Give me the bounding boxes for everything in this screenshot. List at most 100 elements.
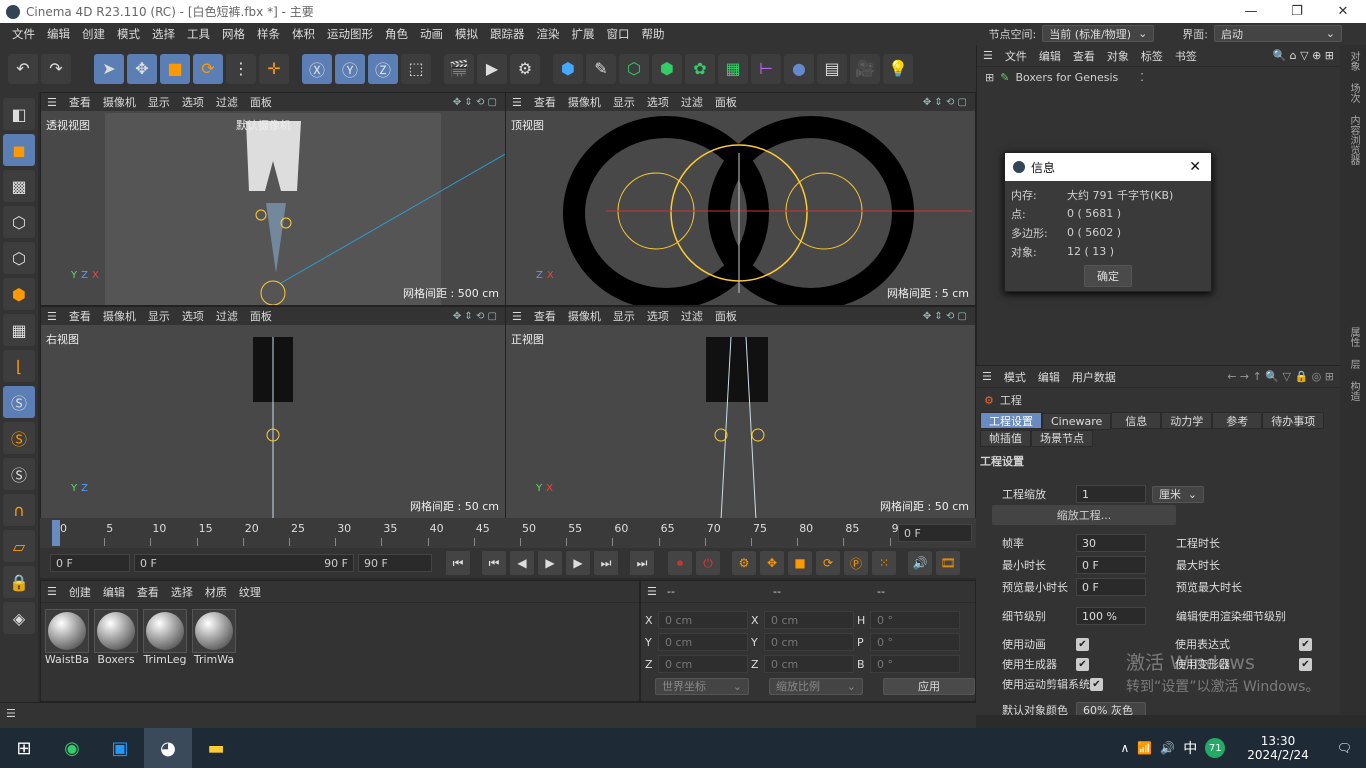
material-swatch[interactable]: Boxers bbox=[93, 609, 139, 666]
ime-indicator[interactable]: 中 bbox=[1183, 738, 1197, 758]
expand-icon[interactable]: ⊞ bbox=[985, 71, 994, 84]
object-menu-item[interactable]: 标签 bbox=[1141, 48, 1163, 64]
minimize-button[interactable]: — bbox=[1228, 0, 1274, 23]
viewport[interactable]: ☰ 查看 摄像机 显示 选项 过滤 面板 ✥ ⇕ ⟲ ▢ 右视图 网格间距 : 50 cm Y Z bbox=[40, 306, 506, 519]
tab-structure[interactable]: 构造 bbox=[1340, 375, 1366, 407]
polygons-mode-icon[interactable]: ⬢ bbox=[3, 278, 35, 310]
current-frame-field[interactable]: 0 F bbox=[898, 524, 972, 542]
tab-attribute[interactable]: 场景节点 bbox=[1031, 429, 1093, 447]
viewport-menu-item[interactable]: 查看 bbox=[534, 308, 556, 324]
material-menu-item[interactable]: 编辑 bbox=[103, 584, 125, 600]
render-settings-icon[interactable]: ⚙ bbox=[510, 53, 540, 84]
viewport-menu-item[interactable]: 摄像机 bbox=[103, 308, 136, 324]
camera-label[interactable]: 默认摄像机 bbox=[236, 117, 291, 133]
coordinate-system-icon[interactable]: ⬚ bbox=[401, 53, 431, 84]
material-swatch[interactable]: WaistBa bbox=[44, 609, 90, 666]
film-icon[interactable]: 🎞 bbox=[936, 551, 960, 575]
deformer-icon[interactable]: ⊢ bbox=[751, 53, 781, 84]
extrude-icon[interactable]: ⬢ bbox=[652, 53, 682, 84]
autokey-icon[interactable]: ⏻ bbox=[696, 551, 720, 575]
start-frame-field[interactable]: 0 F bbox=[50, 554, 130, 572]
key-position-icon[interactable]: ✥ bbox=[760, 551, 784, 575]
scale-project-button[interactable]: 缩放工程... bbox=[992, 505, 1176, 525]
coord-field[interactable]: 0 cm bbox=[764, 633, 854, 651]
tray-chevron-icon[interactable]: ∧ bbox=[1121, 741, 1130, 755]
object-menu-item[interactable]: 书签 bbox=[1175, 48, 1197, 64]
use-motion-system-checkbox[interactable]: ✔ bbox=[1090, 677, 1103, 691]
menu-item[interactable]: 创建 bbox=[76, 26, 111, 42]
min-time-field[interactable]: 0 F bbox=[1076, 556, 1146, 574]
viewport-menu-item[interactable]: 摄像机 bbox=[568, 94, 601, 110]
menu-item[interactable]: 动画 bbox=[414, 26, 449, 42]
viewport-nav-icons[interactable]: ✥ ⇕ ⟲ ▢ bbox=[923, 311, 967, 322]
notification-icon[interactable]: 🗨 bbox=[1337, 741, 1352, 755]
object-menu-item[interactable]: 查看 bbox=[1073, 48, 1095, 64]
x-axis-icon[interactable]: Ⓧ bbox=[302, 53, 332, 84]
menu-item[interactable]: 编辑 bbox=[41, 26, 76, 42]
viewport-nav-icons[interactable]: ✥ ⇕ ⟲ ▢ bbox=[923, 97, 967, 108]
cube-icon[interactable]: ⬢ bbox=[553, 53, 583, 84]
scale-tool-icon[interactable]: ■ bbox=[160, 53, 190, 84]
clock[interactable]: 13:30 2024/2/24 bbox=[1247, 734, 1309, 762]
timeline-ruler[interactable]: 051015202530354045505560657075808590 0 F bbox=[40, 518, 976, 548]
browser-icon[interactable]: ◉ bbox=[48, 728, 96, 768]
ok-button[interactable]: 确定 bbox=[1084, 265, 1132, 287]
scale-mode-select[interactable]: 缩放比例 ⌄ bbox=[769, 677, 863, 695]
camera-icon[interactable]: 🎥 bbox=[850, 53, 880, 84]
use-generators-checkbox[interactable]: ✔ bbox=[1076, 657, 1089, 671]
object-menu-item[interactable]: 对象 bbox=[1107, 48, 1129, 64]
cloner-icon[interactable]: ✿ bbox=[685, 53, 715, 84]
render-picture-icon[interactable]: ▶ bbox=[477, 53, 507, 84]
mograph-icon[interactable]: ▦ bbox=[718, 53, 748, 84]
object-menu-item[interactable]: 文件 bbox=[1005, 48, 1027, 64]
attribute-toolbar-icons[interactable]: ← → ↑ 🔍 ▽ 🔒 ◎ ⊞ bbox=[1227, 370, 1334, 383]
floor-icon[interactable]: ▤ bbox=[817, 53, 847, 84]
key-param-icon[interactable]: Ⓟ bbox=[844, 551, 868, 575]
viewport-menu-item[interactable]: 过滤 bbox=[681, 94, 703, 110]
tab-takes[interactable]: 场次 bbox=[1340, 77, 1366, 109]
tab-attribute[interactable]: 工程设置 bbox=[980, 412, 1042, 429]
menu-item[interactable]: 渲染 bbox=[531, 26, 566, 42]
play-icon[interactable]: ▶ bbox=[538, 551, 562, 575]
use-animation-checkbox[interactable]: ✔ bbox=[1076, 637, 1089, 651]
goto-start-icon[interactable]: ⏮ bbox=[446, 551, 470, 575]
magnet-icon[interactable]: ∩ bbox=[3, 494, 35, 526]
coord-field[interactable]: 0 cm bbox=[764, 611, 854, 629]
apply-button[interactable]: 应用 bbox=[883, 677, 975, 695]
sound-icon[interactable]: 🔊 bbox=[908, 551, 932, 575]
viewport-menu-item[interactable]: 面板 bbox=[250, 308, 272, 324]
lod-field[interactable]: 100 % bbox=[1076, 607, 1146, 625]
solo-icon[interactable]: ◈ bbox=[3, 602, 35, 634]
viewport-menu-item[interactable]: 选项 bbox=[182, 94, 204, 110]
workplane-icon[interactable]: ▱ bbox=[3, 530, 35, 562]
light-icon[interactable]: 💡 bbox=[883, 53, 913, 84]
key-rotation-icon[interactable]: ⟳ bbox=[816, 551, 840, 575]
object-menu-item[interactable]: 编辑 bbox=[1039, 48, 1061, 64]
material-menu-item[interactable]: 选择 bbox=[171, 584, 193, 600]
viewport-menu-item[interactable]: 过滤 bbox=[681, 308, 703, 324]
material-swatch[interactable]: TrimWa bbox=[191, 609, 237, 666]
menu-item[interactable]: 跟踪器 bbox=[484, 26, 531, 42]
coord-field[interactable]: 0 ° bbox=[870, 655, 960, 673]
menu-item[interactable]: 模拟 bbox=[449, 26, 484, 42]
menu-item[interactable]: 扩展 bbox=[566, 26, 601, 42]
snap-settings-icon[interactable]: Ⓢ bbox=[3, 422, 35, 454]
attribute-menu-item[interactable]: 模式 bbox=[1004, 369, 1026, 385]
z-axis-icon[interactable]: Ⓩ bbox=[368, 53, 398, 84]
object-name[interactable]: Boxers for Genesis bbox=[1015, 71, 1118, 84]
viewport-menu-item[interactable]: 显示 bbox=[148, 308, 170, 324]
menu-item[interactable]: 样条 bbox=[251, 26, 286, 42]
volume-icon[interactable]: 🔊 bbox=[1160, 741, 1175, 755]
tab-attribute[interactable]: Cineware bbox=[1042, 412, 1112, 430]
select-tool-icon[interactable]: ➤ bbox=[94, 53, 124, 84]
viewport-menu-item[interactable]: 选项 bbox=[647, 308, 669, 324]
viewport-menu-item[interactable]: 面板 bbox=[250, 94, 272, 110]
viewport-menu-item[interactable]: 显示 bbox=[613, 94, 635, 110]
node-space-select[interactable]: 当前 (标准/物理) ⌄ bbox=[1042, 25, 1155, 42]
coord-system-select[interactable]: 世界坐标 ⌄ bbox=[655, 677, 749, 695]
material-menu-item[interactable]: 查看 bbox=[137, 584, 159, 600]
preview-range-slider[interactable]: 0 F 90 F bbox=[134, 554, 354, 572]
record-icon[interactable]: ⏺ bbox=[668, 551, 692, 575]
close-icon[interactable]: ✕ bbox=[1189, 159, 1201, 175]
material-menu-item[interactable]: 纹理 bbox=[239, 584, 261, 600]
